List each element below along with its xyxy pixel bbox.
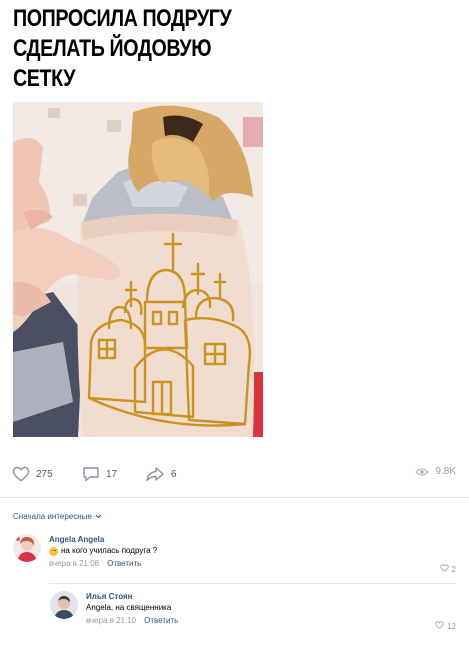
comment-icon (82, 466, 100, 482)
sort-label: Сначала интересные (13, 512, 92, 521)
heart-icon (435, 621, 444, 631)
heart-icon (439, 564, 449, 574)
post-photo[interactable] (13, 102, 263, 437)
comment-button[interactable]: 17 (82, 466, 117, 482)
smile-emoji-icon (49, 546, 58, 556)
comments-sort-dropdown[interactable]: Сначала интересные (13, 512, 102, 521)
actions-divider (0, 497, 469, 498)
like-count: 275 (36, 468, 53, 480)
chevron-down-icon (95, 512, 102, 521)
comment-time[interactable]: вчера в 21:08 (49, 558, 99, 570)
views-count: 9.8K (435, 466, 456, 477)
comment-text: Angela, на священника (86, 602, 456, 614)
eye-icon (415, 467, 430, 477)
comment-text-content: Angela, на священника (86, 603, 172, 612)
comment-meta: вчера в 21:08 Ответить (49, 558, 456, 570)
like-button[interactable]: 275 (12, 466, 53, 482)
reply-button[interactable]: Ответить (144, 615, 178, 627)
comment-text-content: на кого училась подруга ? (61, 546, 158, 555)
avatar[interactable] (13, 534, 41, 562)
comment-author[interactable]: Angela Angela (49, 534, 456, 545)
views-counter: 9.8K (415, 466, 456, 477)
heart-icon (12, 466, 30, 482)
reply-button[interactable]: Ответить (107, 558, 141, 570)
comment-like-count: 2 (451, 564, 456, 574)
comment-like-button[interactable]: 12 (435, 621, 456, 631)
share-count: 6 (171, 468, 177, 480)
comment-like-button[interactable]: 2 (439, 564, 456, 574)
comment-reply-item: Илья Стоян Angela, на священника вчера в… (50, 591, 456, 641)
comment-text: на кого училась подруга ? (49, 545, 456, 557)
comment-meta: вчера в 21:10 Ответить (86, 615, 456, 627)
avatar[interactable] (50, 591, 78, 619)
share-button[interactable]: 6 (145, 466, 177, 482)
comment-divider (49, 583, 456, 584)
comment-author[interactable]: Илья Стоян (86, 591, 456, 602)
post-caption: ПОПРОСИЛА ПОДРУГУ СДЕЛАТЬ ЙОДОВУЮ СЕТКУ (13, 5, 232, 92)
post-actions-bar: 275 17 6 9.8K (12, 466, 456, 486)
share-icon (145, 466, 165, 482)
comment-item: Angela Angela на кого училась подруга ? … (13, 534, 456, 584)
comment-count: 17 (106, 468, 118, 480)
comment-time[interactable]: вчера в 21:10 (86, 615, 136, 627)
comment-like-count: 12 (447, 621, 456, 631)
